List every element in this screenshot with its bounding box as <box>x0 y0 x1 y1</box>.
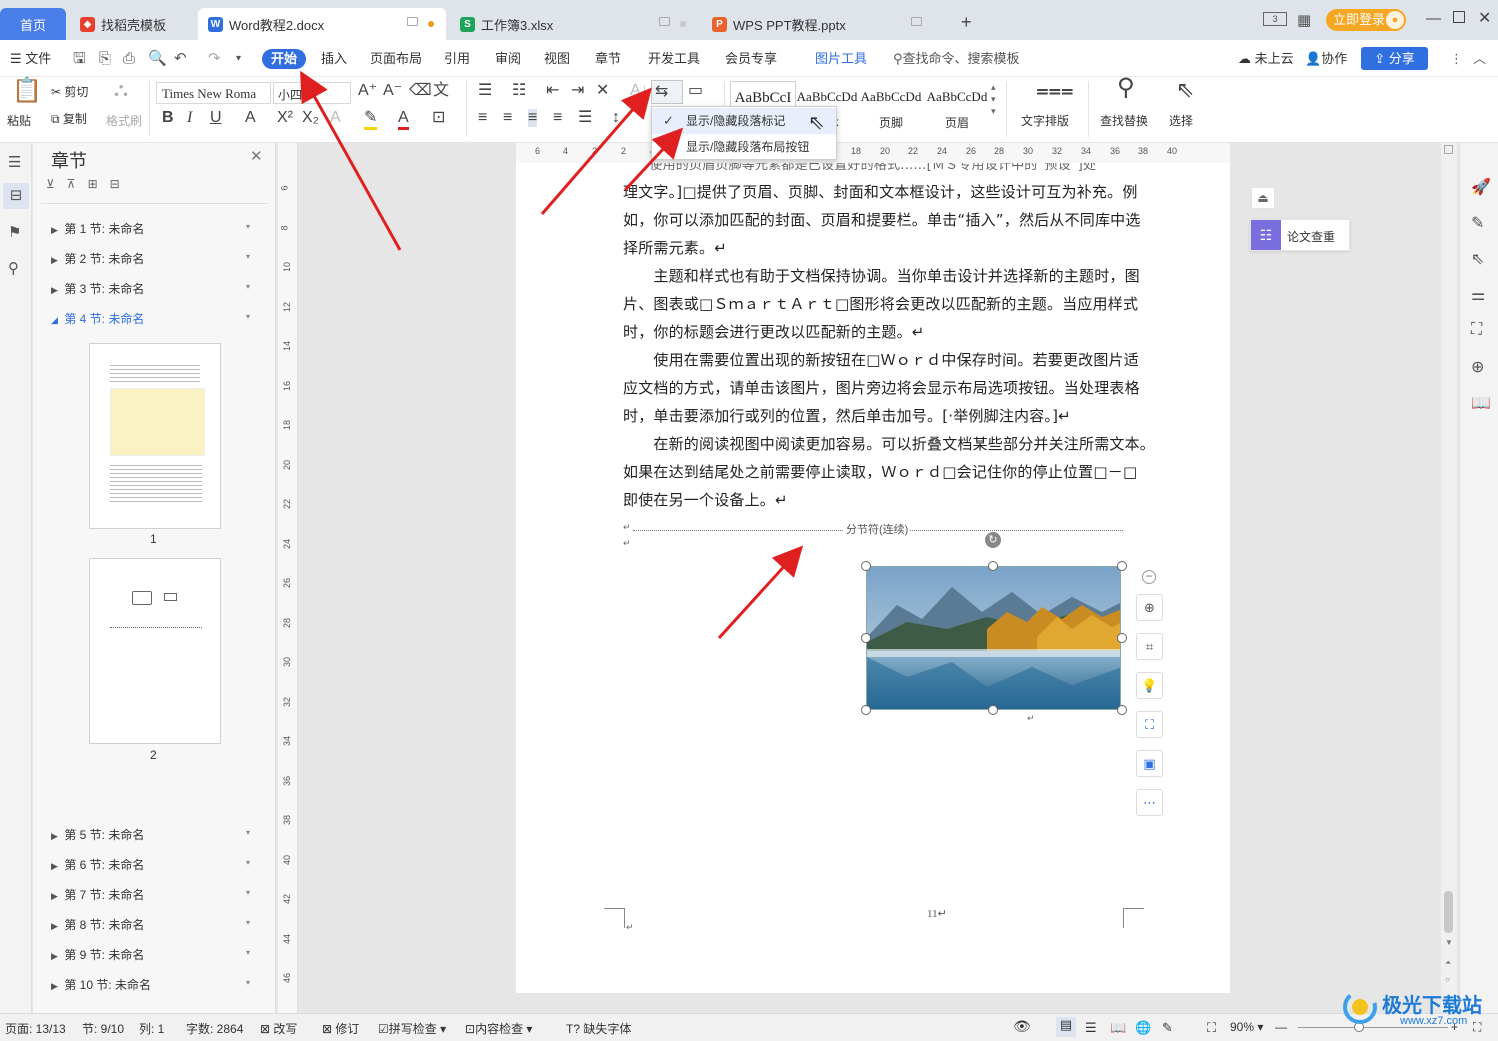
arrow-to-start-tab <box>300 70 402 251</box>
zoom-select[interactable]: 90% ▾ <box>1230 1020 1263 1034</box>
missing-font-label: 缺失字体 <box>583 1022 632 1036</box>
status-bar: 页面: 13/13 节: 9/10 列: 1 字数: 2864 ⊠ 改写 ⊠ 修… <box>0 1013 1498 1041</box>
arrow-to-paragraph-button <box>540 87 652 215</box>
watermark-text: 极光下载站 <box>1382 995 1482 1017</box>
status-words[interactable]: 字数: 2864 <box>186 1020 243 1037</box>
write-view-icon[interactable]: ✎ <box>1162 1020 1173 1036</box>
annotation-arrows <box>300 70 804 640</box>
watermark-logo: 极光下载站 www.xz7.com <box>1340 985 1495 1031</box>
checkbox-checked-icon: ☑ <box>378 1022 389 1036</box>
zoom-value: 90% <box>1230 1020 1255 1034</box>
missing-font-button[interactable]: T? 缺失字体 <box>566 1020 631 1037</box>
eye-protection-icon[interactable]: 👁 <box>1013 1018 1031 1035</box>
arrow-to-section-break <box>717 545 804 640</box>
content-check-label: 内容检查 <box>475 1022 524 1036</box>
status-page[interactable]: 页面: 13/13 <box>5 1020 66 1037</box>
outline-view-icon[interactable]: ☰ <box>1085 1020 1097 1036</box>
revise-label: 修订 <box>335 1022 360 1036</box>
missing-font-icon: T? <box>566 1022 581 1036</box>
spell-label: 拼写检查 <box>388 1022 437 1036</box>
watermark-swirl-icon <box>1343 990 1377 1024</box>
zoom-out-icon[interactable]: — <box>1275 1020 1287 1034</box>
revise-toggle[interactable]: ⊠ 修订 <box>322 1020 359 1037</box>
content-check-icon: ⊡ <box>465 1022 476 1036</box>
checkbox-icon: ⊠ <box>260 1022 271 1036</box>
overwrite-label: 改写 <box>273 1022 298 1036</box>
status-col: 列: 1 <box>139 1022 165 1036</box>
content-check-button[interactable]: ⊡内容检查 ▾ <box>465 1020 532 1037</box>
checkbox-icon: ⊠ <box>322 1022 333 1036</box>
fit-page-icon[interactable]: ⛶ <box>1207 1020 1216 1036</box>
spell-check-toggle[interactable]: ☑拼写检查 ▾ <box>378 1020 446 1037</box>
reading-view-icon[interactable]: 📖 <box>1110 1020 1126 1036</box>
status-section: 节: 9/10 <box>82 1022 125 1036</box>
web-view-icon[interactable]: 🌐 <box>1135 1020 1151 1036</box>
overwrite-toggle[interactable]: ⊠ 改写 <box>260 1020 297 1037</box>
arrow-to-menu-item <box>623 127 684 192</box>
watermark-url: www.xz7.com <box>1400 1015 1468 1027</box>
page-view-icon[interactable]: ▤ <box>1056 1017 1076 1037</box>
